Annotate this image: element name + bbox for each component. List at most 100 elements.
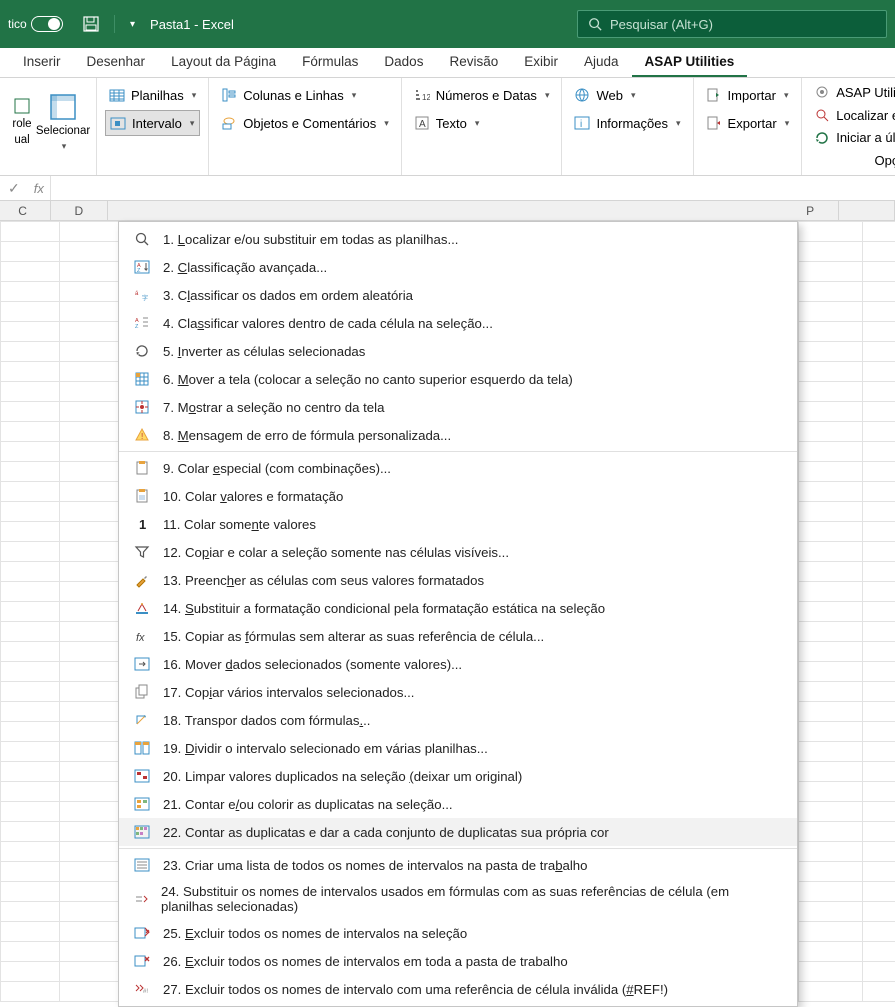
search-placeholder: Pesquisar (Alt+G) <box>610 17 713 32</box>
tab-ajuda[interactable]: Ajuda <box>571 48 632 77</box>
menu-item-label: 22. Contar as duplicatas e dar a cada co… <box>163 825 609 840</box>
colunas-linhas-button[interactable]: Colunas e Linhas▾ <box>217 82 392 108</box>
menu-item-label: 2. Classificação avançada... <box>163 260 327 275</box>
menu-item-4[interactable]: AZ 4. Classificar valores dentro de cada … <box>119 309 797 337</box>
autosave-toggle[interactable]: tico <box>8 14 68 34</box>
search-icon <box>133 230 151 248</box>
menu-item-7[interactable]: 7. Mostrar a seleção no centro da tela <box>119 393 797 421</box>
tab-dados[interactable]: Dados <box>371 48 436 77</box>
selecionar-label: Selecionar <box>36 125 90 137</box>
delref-icon: #! <box>133 980 151 998</box>
menu-item-10[interactable]: 10. Colar valores e formatação <box>119 482 797 510</box>
menu-item-6[interactable]: 6. Mover a tela (colocar a seleção no ca… <box>119 365 797 393</box>
menu-item-22[interactable]: 22. Contar as duplicatas e dar a cada co… <box>119 818 797 846</box>
menu-item-9[interactable]: 9. Colar especial (com combinações)... <box>119 454 797 482</box>
col-header-p[interactable]: P <box>783 201 839 220</box>
menu-item-3[interactable]: á字 3. Classificar os dados em ordem aleat… <box>119 281 797 309</box>
col-header-c[interactable]: C <box>0 201 51 220</box>
menu-item-17[interactable]: 17. Copiar vários intervalos selecionado… <box>119 678 797 706</box>
menu-item-label: 26. Excluir todos os nomes de intervalos… <box>163 954 568 969</box>
tab-inserir[interactable]: Inserir <box>10 48 74 77</box>
tab-exibir[interactable]: Exibir <box>511 48 571 77</box>
transpose-icon <box>133 711 151 729</box>
asap-options-button[interactable]: ASAP Utilitie <box>810 82 895 103</box>
colordup-icon <box>133 795 151 813</box>
formula-check-icon[interactable]: ✓ <box>0 180 28 197</box>
intervalo-dropdown-menu: 1. Localizar e/ou substituir em todas as… <box>118 221 798 1007</box>
tab-desenhar[interactable]: Desenhar <box>74 48 159 77</box>
spreadsheet-grid[interactable]: 1. Localizar e/ou substituir em todas as… <box>0 221 895 1001</box>
tab-revisao[interactable]: Revisão <box>436 48 511 77</box>
menu-item-label: 16. Mover dados selecionados (somente va… <box>163 657 462 672</box>
menu-item-23[interactable]: 23. Criar uma lista de todos os nomes de… <box>119 851 797 879</box>
ribbon-tabs: Inserir Desenhar Layout da Página Fórmul… <box>0 48 895 78</box>
menu-item-13[interactable]: 13. Preencher as células com seus valore… <box>119 566 797 594</box>
iniciar-ultima-button[interactable]: Iniciar a últim <box>810 128 895 149</box>
random-icon: á字 <box>133 286 151 304</box>
menu-item-label: 19. Dividir o intervalo selecionado em v… <box>163 741 488 756</box>
numeros-datas-button[interactable]: 12Números e Datas▾ <box>410 82 554 108</box>
web-button[interactable]: Web▾ <box>570 82 684 108</box>
menu-item-11[interactable]: 111. Colar somente valores <box>119 510 797 538</box>
formula-input[interactable] <box>50 176 895 200</box>
fx-icon[interactable]: fx <box>28 181 50 196</box>
customize-qat-dropdown[interactable]: ▾ <box>130 19 135 30</box>
tab-asap-utilities[interactable]: ASAP Utilities <box>632 48 748 77</box>
menu-item-label: 12. Copiar e colar a seleção somente nas… <box>163 545 509 560</box>
intervalo-button[interactable]: Intervalo▾ <box>105 110 200 136</box>
col-header-q[interactable] <box>839 201 895 220</box>
exportar-button[interactable]: Exportar▾ <box>702 110 794 136</box>
menu-item-2[interactable]: AZ2. Classificação avançada... <box>119 253 797 281</box>
svg-text:A: A <box>419 119 426 130</box>
menu-item-12[interactable]: 12. Copiar e colar a seleção somente nas… <box>119 538 797 566</box>
menu-item-16[interactable]: 16. Mover dados selecionados (somente va… <box>119 650 797 678</box>
tab-layout[interactable]: Layout da Página <box>158 48 289 77</box>
menu-item-21[interactable]: 21. Contar e/ou colorir as duplicatas na… <box>119 790 797 818</box>
planilhas-button[interactable]: Planilhas▾ <box>105 82 200 108</box>
tab-formulas[interactable]: Fórmulas <box>289 48 371 77</box>
menu-item-label: 23. Criar uma lista de todos os nomes de… <box>163 858 587 873</box>
menu-item-18[interactable]: 18. Transpor dados com fórmulas... <box>119 706 797 734</box>
ual-label: ual <box>14 134 29 146</box>
informacoes-button[interactable]: iInformações▾ <box>570 110 684 136</box>
menu-item-label: 6. Mover a tela (colocar a seleção no ca… <box>163 372 573 387</box>
menu-item-25[interactable]: 25. Excluir todos os nomes de intervalos… <box>119 919 797 947</box>
menu-item-label: 15. Copiar as fórmulas sem alterar as su… <box>163 629 544 644</box>
menu-item-19[interactable]: 19. Dividir o intervalo selecionado em v… <box>119 734 797 762</box>
menu-item-24[interactable]: 24. Substituir os nomes de intervalos us… <box>119 879 797 919</box>
role-button[interactable]: role ual <box>8 82 36 162</box>
svg-text:12: 12 <box>422 93 430 102</box>
menu-item-14[interactable]: 14. Substituir a formatação condicional … <box>119 594 797 622</box>
col-header-d[interactable]: D <box>51 201 107 220</box>
opcoes-button[interactable]: Opçõe <box>810 150 895 171</box>
menu-item-5[interactable]: 5. Inverter as células selecionadas <box>119 337 797 365</box>
menu-item-label: 25. Excluir todos os nomes de intervalos… <box>163 926 467 941</box>
menu-item-label: 10. Colar valores e formatação <box>163 489 343 504</box>
menu-item-27[interactable]: #!27. Excluir todos os nomes de interval… <box>119 975 797 1003</box>
menu-item-label: 4. Classificar valores dentro de cada cé… <box>163 316 493 331</box>
search-box[interactable]: Pesquisar (Alt+G) <box>577 10 887 38</box>
azcell-icon: AZ <box>133 314 151 332</box>
role-label: role <box>12 118 31 130</box>
objetos-comentarios-button[interactable]: Objetos e Comentários▾ <box>217 110 392 136</box>
dup-icon <box>133 767 151 785</box>
svg-text:1: 1 <box>139 517 146 532</box>
menu-item-15[interactable]: fx 15. Copiar as fórmulas sem alterar as … <box>119 622 797 650</box>
importar-button[interactable]: Importar▾ <box>702 82 794 108</box>
menu-item-label: 7. Mostrar a seleção no centro da tela <box>163 400 384 415</box>
menu-item-20[interactable]: 20. Limpar valores duplicados na seleção… <box>119 762 797 790</box>
localizar-button[interactable]: Localizar e s <box>810 105 895 126</box>
menu-item-label: 14. Substituir a formatação condicional … <box>163 601 605 616</box>
menu-item-label: 3. Classificar os dados em ordem aleatór… <box>163 288 413 303</box>
save-icon[interactable] <box>83 16 99 32</box>
menu-item-8[interactable]: !8. Mensagem de erro de fórmula personal… <box>119 421 797 449</box>
menu-item-26[interactable]: 26. Excluir todos os nomes de intervalos… <box>119 947 797 975</box>
column-headers: C D P <box>0 201 895 221</box>
texto-button[interactable]: ATexto▾ <box>410 110 554 136</box>
window-title: Pasta1 - Excel <box>150 17 234 32</box>
menu-item-1[interactable]: 1. Localizar e/ou substituir em todas as… <box>119 225 797 253</box>
menu-item-label: 18. Transpor dados com fórmulas... <box>163 713 370 728</box>
menu-item-label: 9. Colar especial (com combinações)... <box>163 461 391 476</box>
svg-text:fx: fx <box>136 632 145 644</box>
selecionar-button[interactable]: Selecionar ▾ <box>38 82 88 162</box>
